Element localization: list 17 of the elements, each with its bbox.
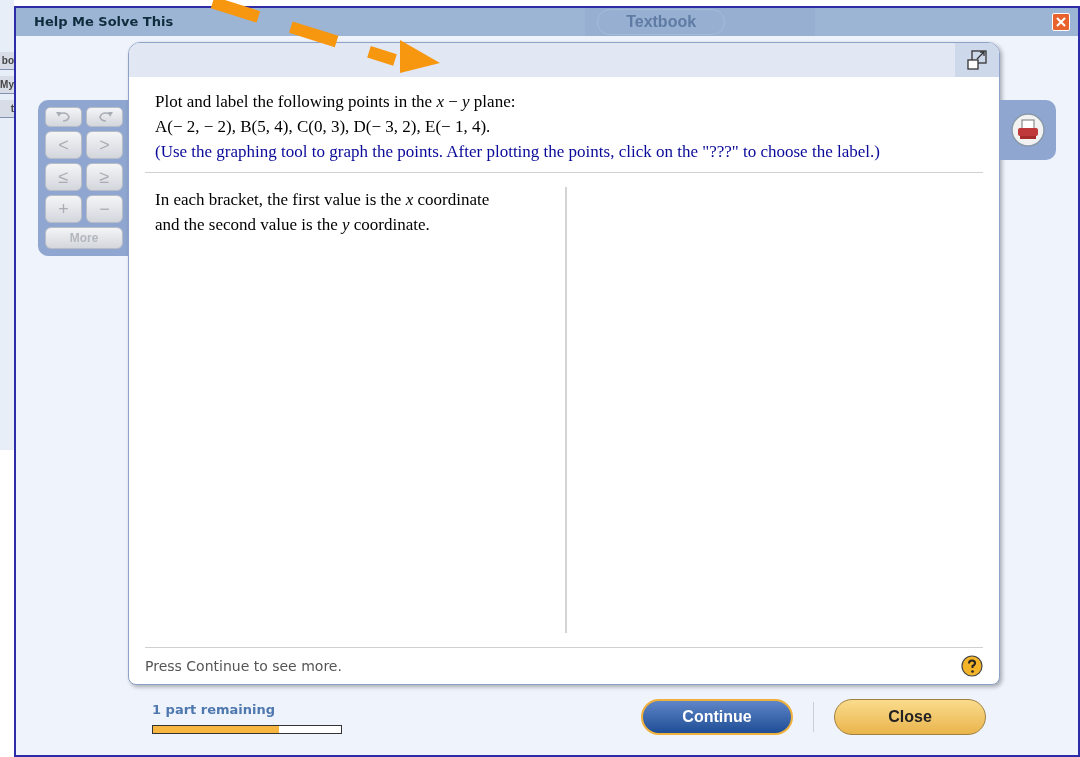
undo-icon — [54, 111, 73, 123]
instruction-text: (Use the graphing tool to graph the points. After plotting the points, click on the "???" to choose the label.) — [155, 141, 881, 163]
sidebar-tab[interactable]: bo — [0, 52, 14, 70]
printer-icon[interactable] — [1010, 112, 1046, 148]
window-title: Help Me Solve This — [34, 13, 174, 32]
help-icon[interactable] — [961, 655, 983, 677]
progress-label: 1 part remaining — [152, 700, 277, 719]
expand-icon[interactable] — [955, 43, 999, 77]
footer-text: Press Continue to see more. — [145, 656, 342, 676]
question-text: A(− 2, − 2), B(5, 4), C(0, 3), D(− 3, 2), E(− 1, 4). — [155, 116, 492, 138]
sidebar-tab[interactable]: t — [0, 100, 14, 118]
continue-button[interactable]: Continue — [641, 699, 793, 735]
close-button[interactable]: Close — [834, 699, 986, 735]
question-text: Plot and label the following points in the x − y plane: — [155, 91, 517, 113]
help-text: In each bracket, the first value is the x coordinate and the second value is the y coordinate. — [155, 189, 491, 236]
close-icon[interactable] — [1052, 13, 1070, 31]
sidebar-tab[interactable]: My — [0, 76, 14, 94]
